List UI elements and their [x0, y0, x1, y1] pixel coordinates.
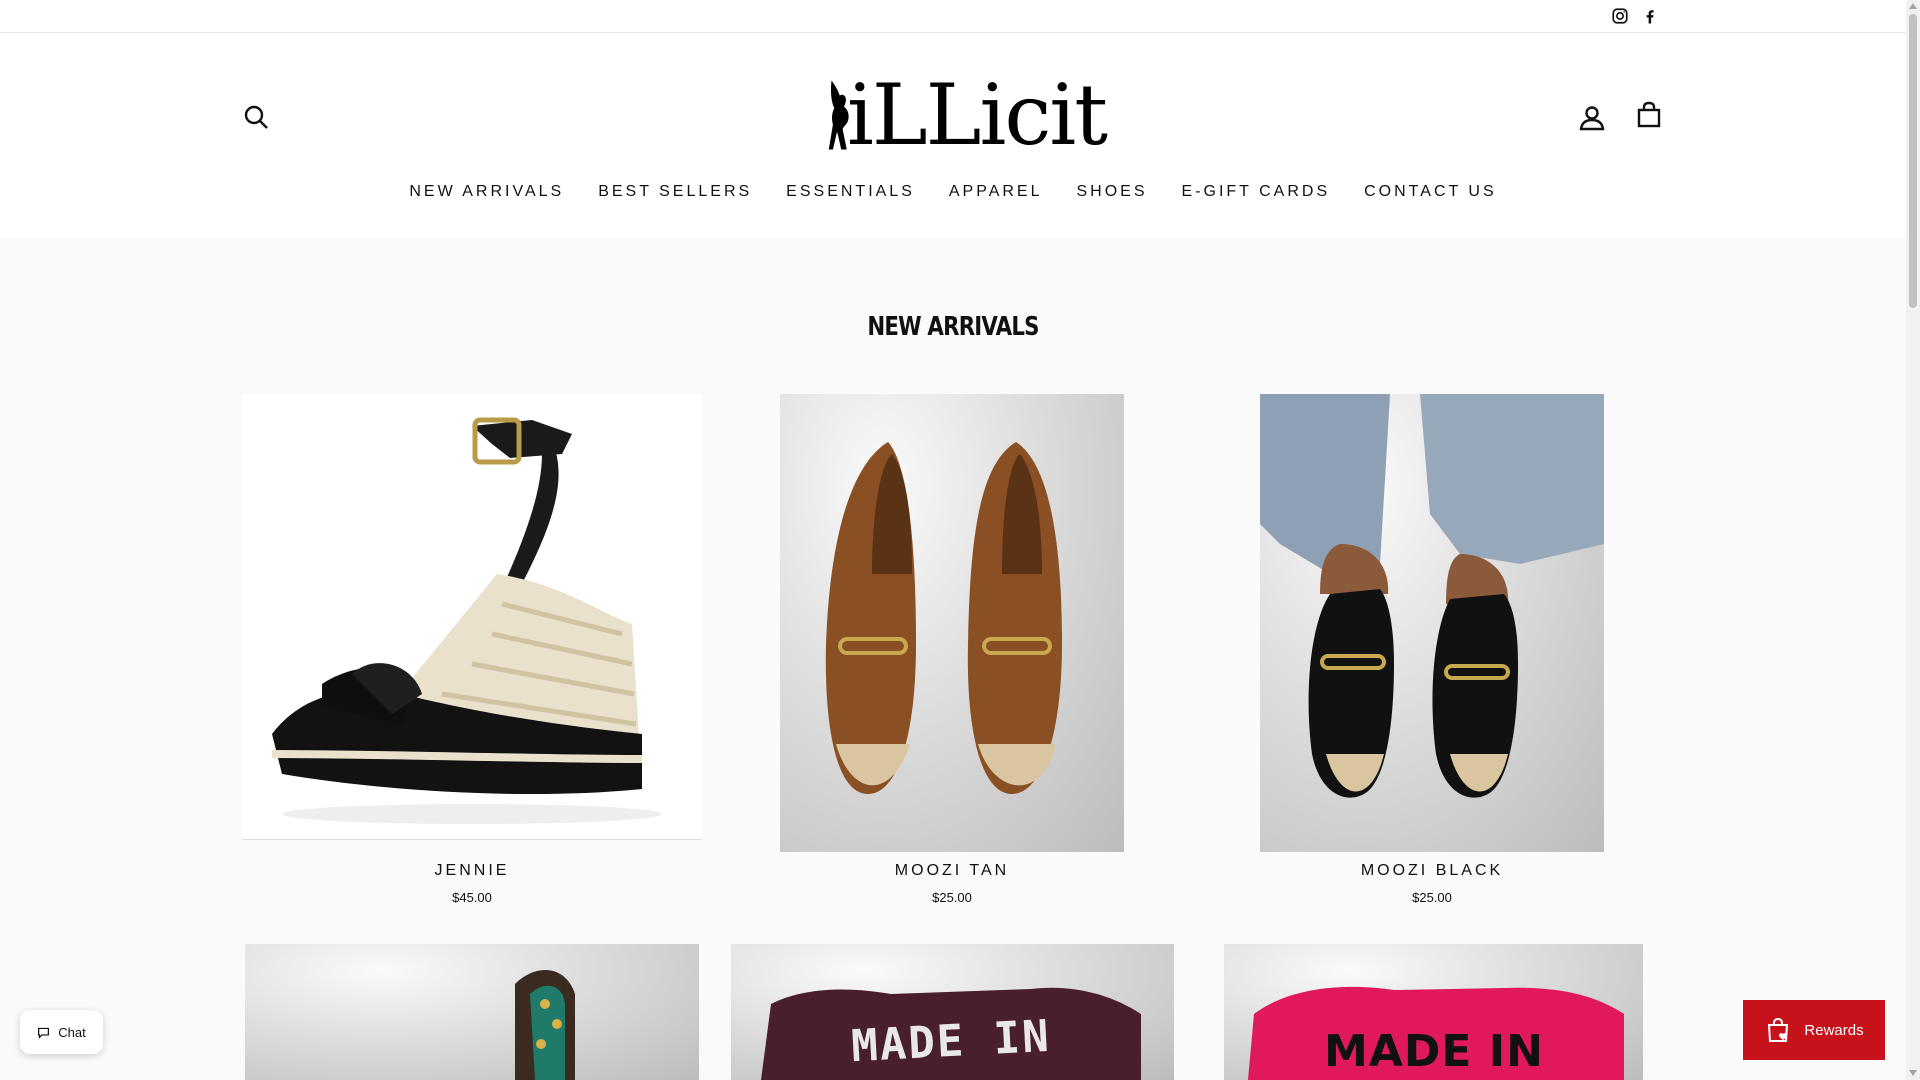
nav-best-sellers[interactable]: BEST SELLERS: [581, 183, 769, 201]
black-loafers-image: [1260, 394, 1604, 798]
chat-label: Chat: [58, 1024, 86, 1040]
wedge-sandal-image: [271, 417, 662, 824]
product-card-jennie[interactable]: JENNIE $45.00: [242, 394, 702, 914]
product-image-row2-2[interactable]: MADE IN: [731, 944, 1174, 1080]
shirt-print-text: MADE IN: [1324, 1026, 1544, 1077]
announcement-bar: [0, 0, 1906, 33]
product-title[interactable]: JENNIE: [242, 862, 702, 880]
product-price: $25.00: [932, 890, 972, 905]
sandal-partial-image: [515, 970, 575, 1080]
chat-bubble-icon: [38, 1027, 50, 1039]
instagram-icon[interactable]: [1609, 5, 1631, 27]
product-image-row2-3[interactable]: MADE IN: [1224, 944, 1643, 1080]
site-header: iLLicit NEW ARRIVALS BEST SELLERS ESSENT…: [0, 33, 1906, 238]
tan-loafers-image: [825, 442, 1062, 794]
rewards-button[interactable]: Rewards: [1743, 1000, 1885, 1060]
product-title[interactable]: MOOZI BLACK: [1202, 862, 1662, 880]
nav-contact-us[interactable]: CONTACT US: [1347, 183, 1514, 201]
nav-essentials[interactable]: ESSENTIALS: [769, 183, 932, 201]
product-image[interactable]: [242, 394, 702, 840]
product-image[interactable]: [1260, 394, 1604, 852]
nav-e-gift-cards[interactable]: E-GIFT CARDS: [1165, 183, 1348, 201]
main-nav: NEW ARRIVALS BEST SELLERS ESSENTIALS APP…: [0, 183, 1906, 201]
scroll-thumb[interactable]: [1909, 14, 1917, 308]
nav-shoes[interactable]: SHOES: [1060, 183, 1165, 201]
section-title: NEW ARRIVALS: [867, 312, 1039, 342]
product-image[interactable]: [780, 394, 1124, 852]
search-icon[interactable]: [238, 99, 274, 135]
account-icon[interactable]: [1574, 100, 1610, 136]
scroll-up-arrow[interactable]: [1909, 3, 1917, 9]
product-price: $25.00: [1412, 890, 1452, 905]
rewards-label: Rewards: [1804, 1021, 1864, 1039]
nav-apparel[interactable]: APPAREL: [932, 183, 1060, 201]
product-price: $45.00: [452, 890, 492, 905]
scroll-down-arrow[interactable]: [1909, 1070, 1917, 1076]
logo-text: iLLicit: [847, 66, 1108, 164]
product-card-moozi-black[interactable]: MOOZI BLACK $25.00: [1202, 394, 1662, 914]
site-logo[interactable]: iLLicit: [826, 59, 1108, 171]
product-title[interactable]: MOOZI TAN: [722, 862, 1182, 880]
product-image-row2-1[interactable]: [245, 944, 699, 1080]
nav-new-arrivals[interactable]: NEW ARRIVALS: [392, 183, 581, 201]
facebook-icon[interactable]: [1639, 5, 1661, 27]
product-card-moozi-tan[interactable]: MOOZI TAN $25.00: [722, 394, 1182, 914]
shopping-bag-heart-icon: [1768, 1017, 1789, 1042]
chat-button[interactable]: Chat: [20, 1010, 103, 1054]
cart-icon[interactable]: [1631, 97, 1667, 133]
page-scrollbar[interactable]: [1906, 0, 1920, 1080]
